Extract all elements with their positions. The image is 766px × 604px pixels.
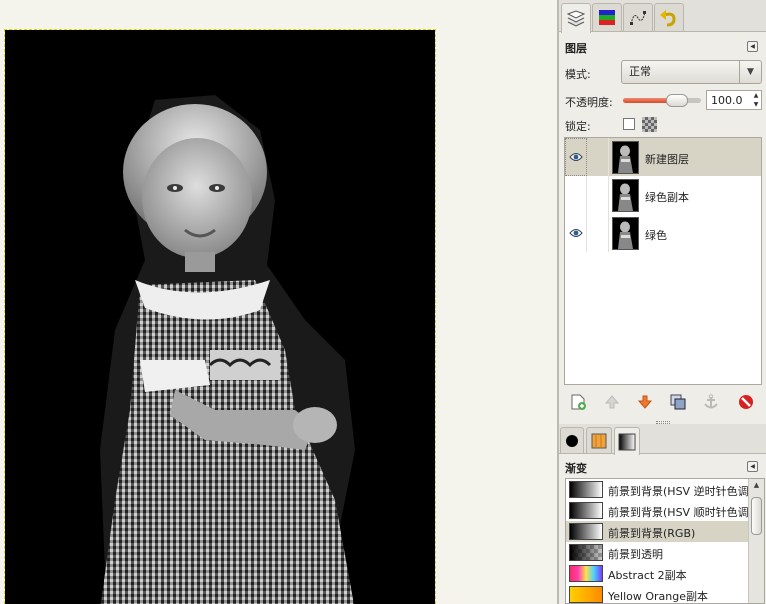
gradient-name: Abstract 2副本 <box>608 569 687 582</box>
tab-brushes[interactable] <box>560 427 584 453</box>
gradient-swatch <box>569 523 603 540</box>
anchor-layer-icon <box>704 394 718 409</box>
opacity-value: 100.0 <box>711 94 743 107</box>
layer-name: 绿色副本 <box>645 191 689 204</box>
layers-list[interactable]: 新建图层绿色副本绿色 <box>564 137 762 385</box>
layers-icon <box>566 9 586 27</box>
lock-alpha-icon[interactable] <box>642 117 657 132</box>
chain-toggle[interactable] <box>587 138 609 176</box>
gradient-item[interactable]: 前景到透明 <box>566 542 748 563</box>
raise-layer-icon <box>604 395 620 409</box>
gradient-item[interactable]: 前景到背景(HSV 逆时针色调) <box>566 479 753 500</box>
chevron-down-icon: ▼ <box>739 61 761 83</box>
tab-channels[interactable] <box>592 3 622 31</box>
gradient-name: Yellow Orange副本 <box>608 590 709 603</box>
chain-toggle[interactable] <box>587 176 609 214</box>
gradient-swatch <box>569 586 603 603</box>
raise-layer-button[interactable] <box>601 391 623 413</box>
gradient-item[interactable]: Abstract 2副本 <box>566 563 748 584</box>
tab-undo-history[interactable] <box>654 3 684 31</box>
layer-row[interactable]: 绿色副本 <box>565 176 761 214</box>
layer-thumbnail <box>612 179 639 212</box>
delete-layer-button[interactable] <box>735 391 757 413</box>
tab-layers[interactable] <box>561 3 591 33</box>
gradient-item[interactable]: 前景到背景(RGB) <box>566 521 748 542</box>
gradient-swatch <box>569 502 603 519</box>
brushes-icon <box>566 434 578 447</box>
image-canvas[interactable] <box>5 30 435 604</box>
new-layer-icon <box>571 394 586 410</box>
tab-gradients[interactable] <box>614 427 640 455</box>
right-dock: 图层 ◀ 模式: 正常 ▼ 不透明度: 100.0 ▲ ▼ 锁定: 新建图层 绿色副… <box>559 0 766 604</box>
channels-icon <box>599 9 615 25</box>
panel-menu-icon[interactable]: ◀ <box>747 41 758 52</box>
scroll-thumb[interactable] <box>751 497 762 535</box>
delete-layer-icon <box>739 395 753 409</box>
gradient-swatch <box>569 565 603 582</box>
opacity-label: 不透明度: <box>565 96 613 109</box>
tab-patterns[interactable] <box>586 427 612 453</box>
anchor-layer-button[interactable] <box>700 391 722 413</box>
opacity-spinbox[interactable]: 100.0 ▲ ▼ <box>706 90 762 110</box>
lock-pixels-checkbox[interactable] <box>623 118 635 130</box>
patterns-icon <box>591 433 607 448</box>
paths-icon <box>630 10 646 25</box>
layers-panel-title: 图层 <box>565 42 587 55</box>
visibility-toggle[interactable] <box>565 138 587 176</box>
duplicate-layer-button[interactable] <box>667 391 689 413</box>
gradient-name: 前景到背景(RGB) <box>608 527 696 540</box>
opacity-slider[interactable] <box>623 94 701 107</box>
gradients-panel-menu-icon[interactable]: ◀ <box>747 461 758 472</box>
layer-button-bar <box>559 389 766 415</box>
mode-select[interactable]: 正常 ▼ <box>621 60 762 84</box>
girl-photo <box>100 95 355 604</box>
layer-thumbnail <box>612 141 639 174</box>
gradient-name: 前景到背景(HSV 顺时针色调) <box>608 506 753 519</box>
gradient-item[interactable]: Yellow Orange副本 <box>566 584 748 603</box>
duplicate-layer-icon <box>670 394 686 410</box>
layer-thumbnail-image <box>618 221 633 249</box>
new-layer-button[interactable] <box>567 391 589 413</box>
mode-label: 模式: <box>565 68 591 81</box>
gradient-swatch <box>569 481 603 498</box>
gradient-list[interactable]: 前景到背景(HSV 逆时针色调) 前景到背景(HSV 顺时针色调) 前景到背景(RG… <box>565 478 765 604</box>
lock-label: 锁定: <box>565 120 591 133</box>
layer-name: 新建图层 <box>645 153 689 166</box>
lower-layer-icon <box>637 395 653 409</box>
gradient-swatch <box>569 544 603 561</box>
gradients-panel-title: 渐变 <box>565 462 587 475</box>
chain-toggle[interactable] <box>587 214 609 252</box>
scroll-up-icon[interactable]: ▲ <box>751 481 762 493</box>
layer-thumbnail <box>612 217 639 250</box>
gradient-name: 前景到背景(HSV 逆时针色调) <box>608 485 753 498</box>
visibility-toggle[interactable] <box>565 214 587 252</box>
gradient-item[interactable]: 前景到背景(HSV 顺时针色调) <box>566 500 753 521</box>
opacity-handle[interactable] <box>666 94 689 107</box>
gradient-scrollbar[interactable]: ▲ <box>748 479 764 603</box>
layer-name: 绿色 <box>645 229 667 242</box>
image-canvas-area[interactable] <box>0 0 557 604</box>
spin-arrows-icon[interactable]: ▲ ▼ <box>751 91 761 109</box>
gradients-icon <box>618 433 636 450</box>
tab-paths[interactable] <box>623 3 653 31</box>
layer-thumbnail-image <box>618 183 633 211</box>
eye-icon <box>569 153 583 161</box>
layer-row[interactable]: 新建图层 <box>565 138 761 176</box>
gradient-name: 前景到透明 <box>608 548 663 561</box>
mode-value: 正常 <box>629 65 651 78</box>
lower-layer-button[interactable] <box>634 391 656 413</box>
visibility-toggle[interactable] <box>565 176 587 214</box>
layer-thumbnail-image <box>618 145 633 173</box>
dock-tabbar-top <box>559 0 766 33</box>
layer-row[interactable]: 绿色 <box>565 214 761 252</box>
eye-icon <box>568 229 583 237</box>
dock-tabbar-bottom <box>559 424 766 455</box>
undo-history-icon <box>660 9 676 26</box>
